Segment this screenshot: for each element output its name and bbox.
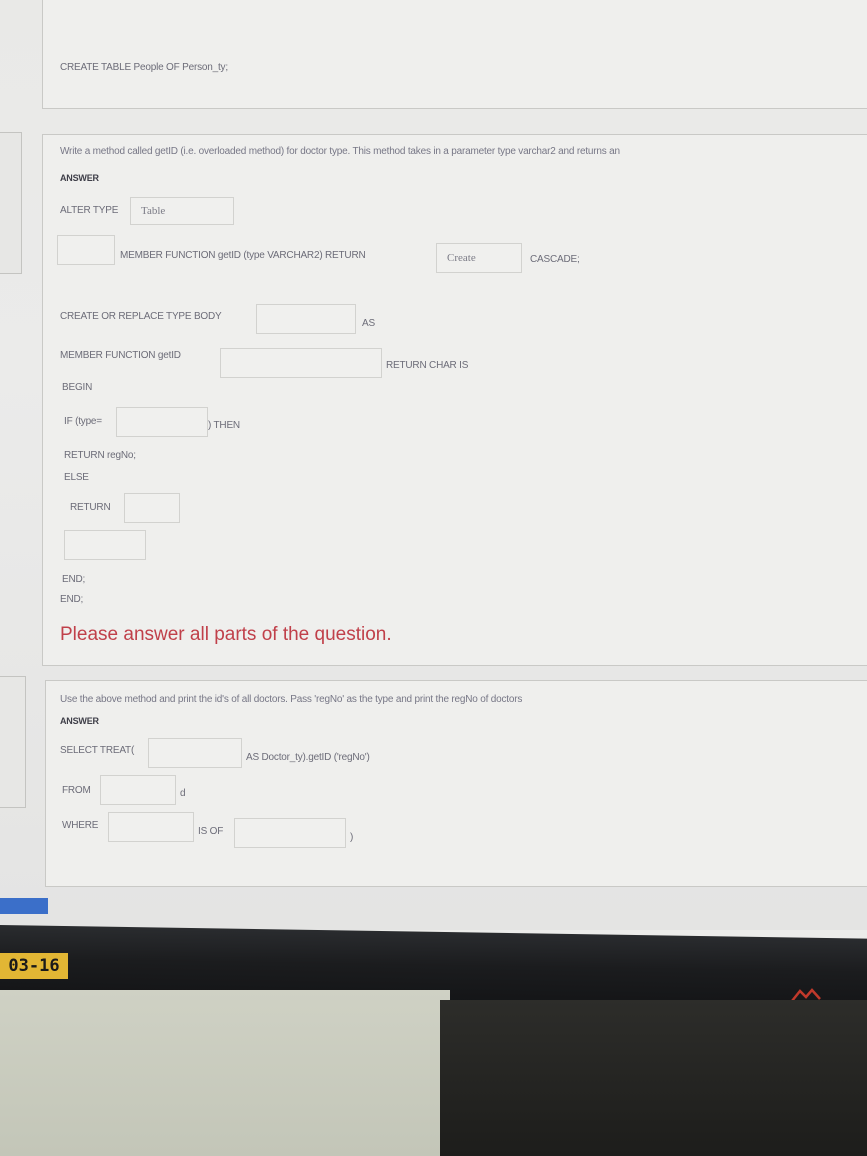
if-type-input[interactable]: [116, 407, 208, 437]
where-input[interactable]: [108, 812, 194, 842]
return-type-input[interactable]: Create: [436, 243, 522, 273]
alter-type-label: ALTER TYPE: [60, 205, 119, 216]
desk-background: [0, 990, 450, 1156]
answer-label-3: ANSWER: [60, 716, 99, 726]
from-input[interactable]: [100, 775, 176, 805]
validation-warning: Please answer all parts of the question.: [60, 624, 392, 645]
end-label-2: END;: [60, 594, 84, 605]
is-of-label: IS OF: [198, 826, 224, 837]
next-page-button[interactable]: [0, 898, 48, 914]
blank-input-1[interactable]: [57, 235, 115, 265]
where-label: WHERE: [62, 820, 99, 831]
begin-label: BEGIN: [62, 382, 93, 393]
question-card-1: [42, 0, 867, 109]
as-label: AS: [362, 318, 375, 329]
else-label: ELSE: [64, 472, 89, 483]
return-regno-label: RETURN regNo;: [64, 450, 136, 461]
alias-label: d: [180, 788, 186, 799]
as-doctor-label: AS Doctor_ty).getID ('regNo'): [246, 752, 370, 763]
answer-label: ANSWER: [60, 173, 99, 183]
from-label: FROM: [62, 785, 91, 796]
end-label-1: END;: [62, 574, 86, 585]
getid-param-input[interactable]: [220, 348, 382, 378]
return-label: RETURN: [70, 502, 111, 513]
return-char-label: RETURN CHAR IS: [386, 360, 469, 371]
cascade-label: CASCADE;: [530, 254, 580, 265]
return-value-input[interactable]: [124, 493, 180, 523]
alter-type-input[interactable]: Table: [130, 197, 234, 225]
date-sticker: 03-16: [0, 953, 68, 979]
member-function-label: MEMBER FUNCTION getID: [60, 350, 181, 361]
statement-input[interactable]: [64, 530, 146, 560]
treat-input[interactable]: [148, 738, 242, 768]
question-nav-3[interactable]: [0, 676, 26, 808]
question-3-text: Use the above method and print the id's …: [60, 694, 523, 705]
then-label: ) THEN: [208, 420, 240, 431]
monitor-screen: CREATE TABLE People OF Person_ty; Write …: [0, 0, 867, 930]
if-type-label: IF (type=: [64, 416, 102, 427]
close-paren-label: ): [350, 832, 354, 843]
member-function-line: MEMBER FUNCTION getID (type VARCHAR2) RE…: [120, 250, 366, 261]
select-treat-label: SELECT TREAT(: [60, 745, 135, 756]
create-table-line: CREATE TABLE People OF Person_ty;: [60, 62, 228, 73]
question-nav-2[interactable]: [0, 132, 22, 274]
keyboard-area: [440, 1000, 867, 1156]
type-body-input[interactable]: [256, 304, 356, 334]
create-replace-label: CREATE OR REPLACE TYPE BODY: [60, 311, 222, 322]
question-2-text: Write a method called getID (i.e. overlo…: [60, 146, 620, 157]
is-of-input[interactable]: [234, 818, 346, 848]
